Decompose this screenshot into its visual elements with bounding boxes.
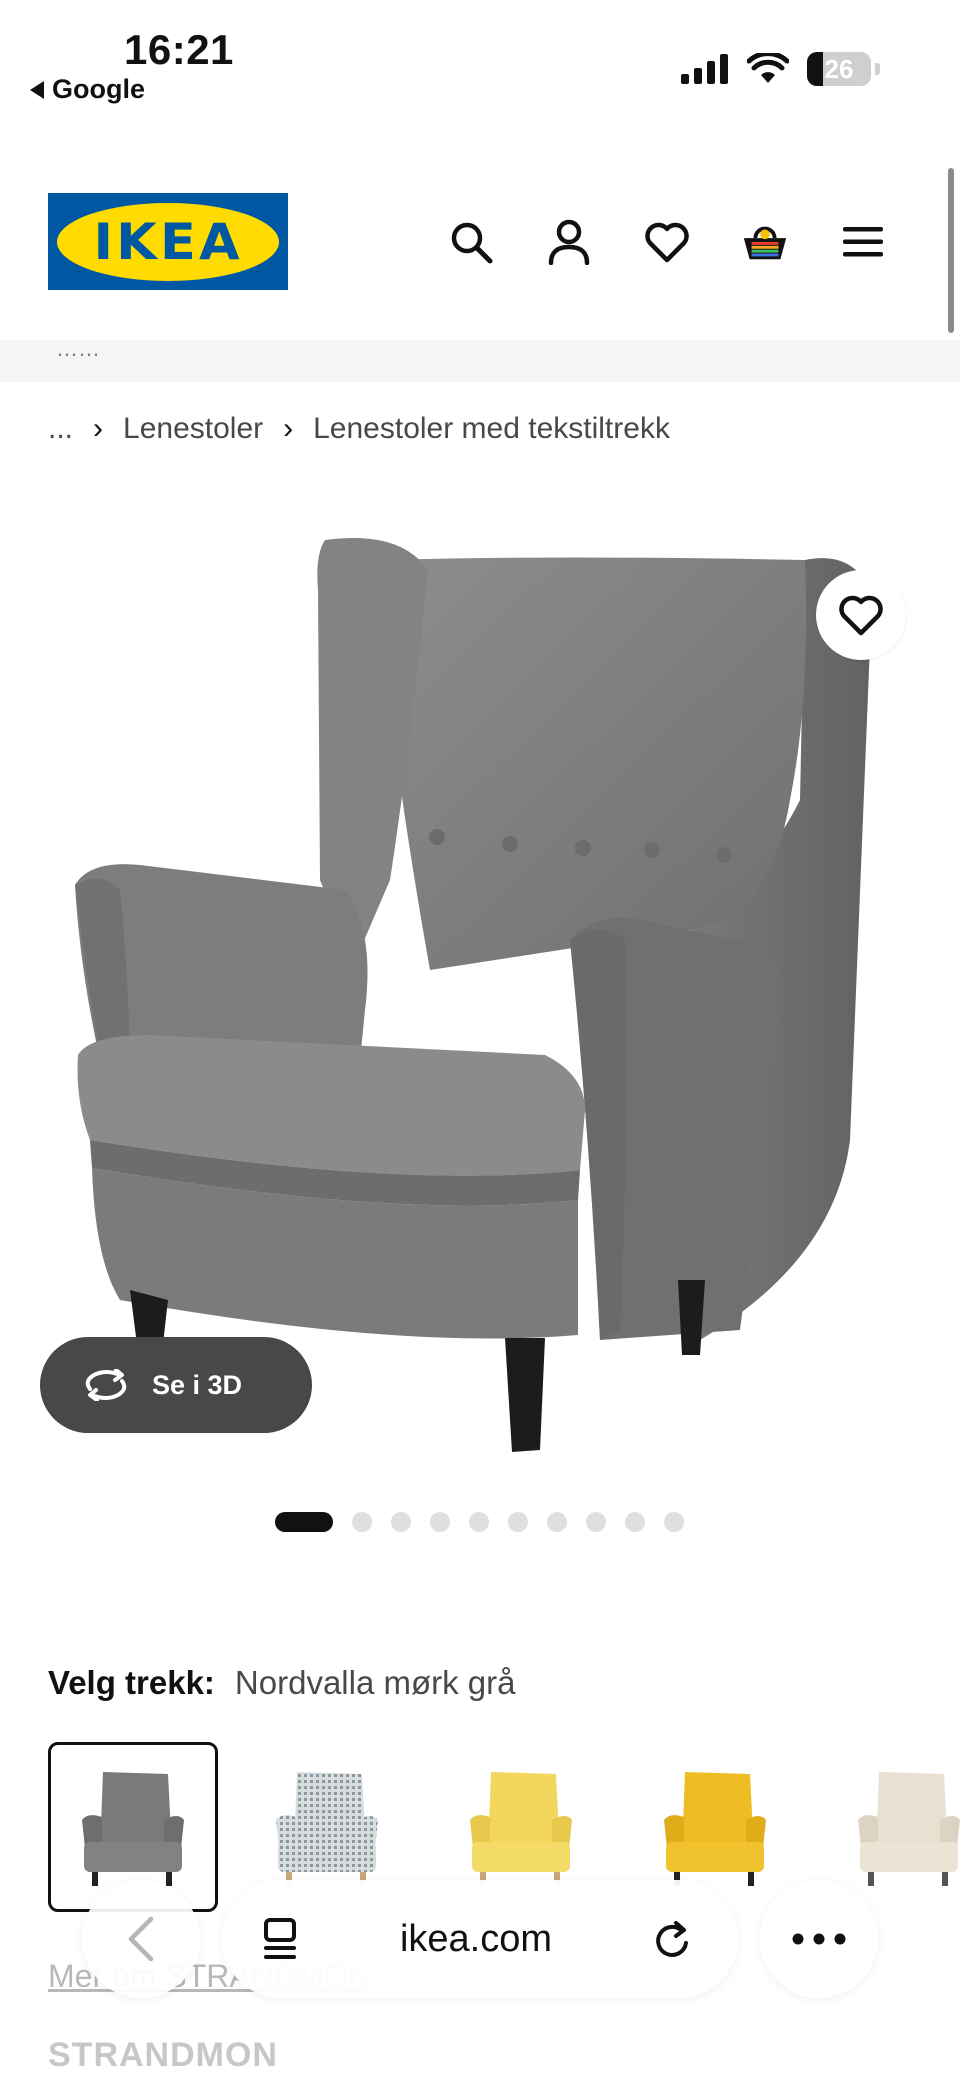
status-icons: 26: [681, 52, 880, 86]
reload-icon[interactable]: [652, 1917, 692, 1961]
back-triangle-icon: [30, 80, 44, 99]
carousel-dot[interactable]: [547, 1512, 567, 1532]
carousel-dot[interactable]: [469, 1512, 489, 1532]
more-options-button[interactable]: [760, 1880, 878, 1998]
browser-back-button[interactable]: [82, 1880, 200, 1998]
url-host: ikea.com: [399, 1917, 553, 1960]
see-in-3d-label: Se i 3D: [152, 1369, 243, 1400]
status-bar: 16:21 Google 26: [0, 0, 960, 120]
battery-icon: 26: [807, 52, 871, 86]
breadcrumb: ... › Lenestoler › Lenestoler med teksti…: [48, 412, 670, 446]
browser-toolbar: ikea.com: [0, 1860, 960, 2020]
menu-icon[interactable]: [838, 217, 888, 267]
ikea-logo[interactable]: IKEA: [48, 193, 288, 290]
breadcrumb-ellipsis[interactable]: ...: [48, 412, 73, 446]
battery-level: 26: [824, 53, 854, 84]
carousel-dot[interactable]: [508, 1512, 528, 1532]
carousel-dot[interactable]: [586, 1512, 606, 1532]
address-bar[interactable]: ikea.com: [222, 1880, 738, 1998]
promo-strip: ……: [0, 336, 960, 382]
variant-label: Velg trekk: Nordvalla mørk grå: [48, 1664, 516, 1702]
chevron-right-icon: ›: [283, 412, 294, 445]
rotate-3d-icon: [85, 1369, 127, 1401]
variant-key: Velg trekk:: [48, 1664, 215, 1701]
logo-oval: IKEA: [57, 202, 279, 281]
favorite-button[interactable]: [816, 570, 906, 660]
carousel-dot[interactable]: [430, 1512, 450, 1532]
carousel-dot[interactable]: [391, 1512, 411, 1532]
status-time: 16:21: [124, 26, 234, 73]
account-icon[interactable]: [544, 217, 594, 267]
header-icons: [446, 217, 888, 267]
chevron-left-icon: [128, 1916, 154, 1962]
wifi-icon: [747, 53, 789, 83]
logo-text: IKEA: [93, 212, 243, 271]
site-header: IKEA: [0, 165, 960, 340]
back-app-label: Google: [52, 74, 145, 104]
breadcrumb-link-lenestoler[interactable]: Lenestoler: [123, 412, 263, 446]
breadcrumb-link-tekstiltrekk[interactable]: Lenestoler med tekstiltrekk: [313, 412, 670, 446]
search-icon[interactable]: [446, 217, 496, 267]
cellular-signal-icon: [681, 54, 728, 84]
carousel-dot[interactable]: [352, 1512, 372, 1532]
tab-overview-icon[interactable]: [260, 1916, 300, 1962]
heart-icon[interactable]: [642, 217, 692, 267]
scrollbar-thumb[interactable]: [948, 168, 954, 333]
ellipsis-icon: [792, 1933, 846, 1945]
carousel-dot[interactable]: [625, 1512, 645, 1532]
back-to-app-link[interactable]: Google: [30, 74, 145, 105]
carousel-dot[interactable]: [664, 1512, 684, 1532]
variant-value: Nordvalla mørk grå: [234, 1664, 516, 1701]
carousel-dot[interactable]: [275, 1512, 333, 1532]
basket-icon[interactable]: [740, 217, 790, 267]
product-name: STRANDMON: [48, 2036, 278, 2074]
carousel-dots: [275, 1512, 684, 1532]
heart-icon: [839, 595, 883, 636]
battery-tip: [875, 63, 880, 75]
see-in-3d-button[interactable]: Se i 3D: [40, 1337, 312, 1433]
strip-ghost-text: ……: [56, 336, 100, 361]
chevron-right-icon: ›: [93, 412, 104, 445]
